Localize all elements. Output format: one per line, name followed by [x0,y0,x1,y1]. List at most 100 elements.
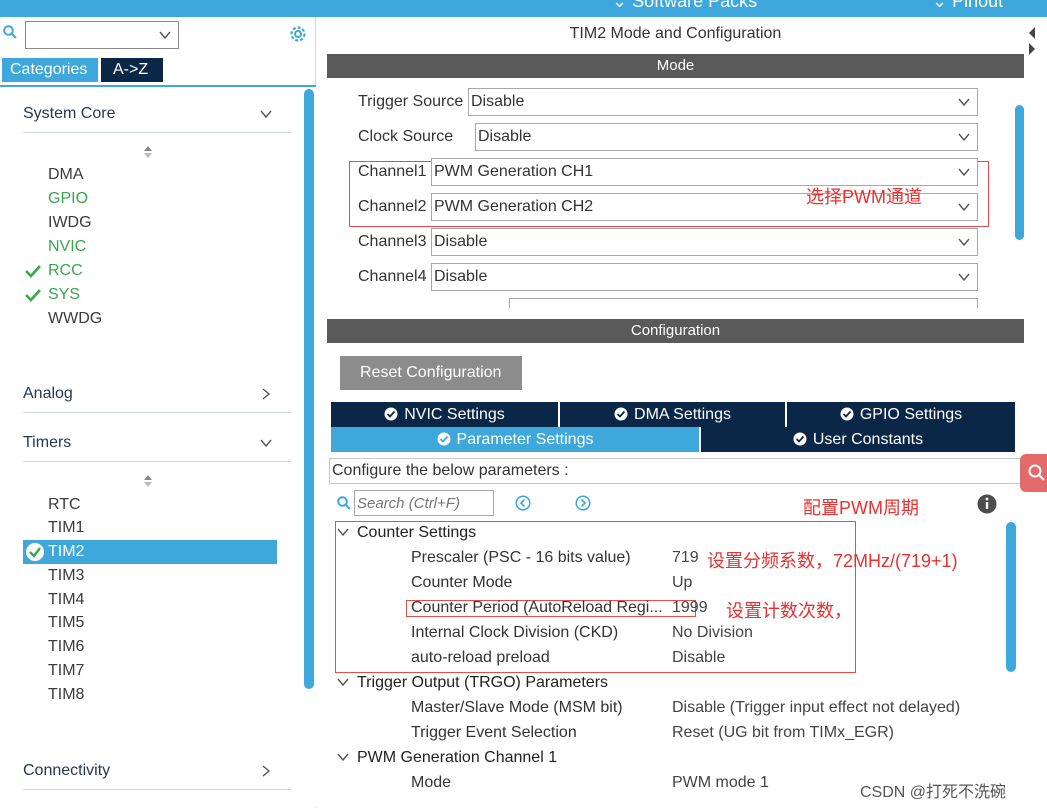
chevron-down-icon [337,528,349,537]
clock-source-label: Clock Source [358,128,454,145]
item-tim2[interactable]: TIM2 [48,543,84,561]
param-counter-mode-value[interactable]: Up [672,574,692,592]
item-tim5[interactable]: TIM5 [48,614,84,632]
mode-section-header: Mode [327,54,1024,78]
mode-scrollbar-thumb[interactable] [1015,105,1024,240]
annotation-config-pwm-period: 配置PWM周期 [803,498,919,518]
info-icon[interactable] [977,494,997,514]
categories-panel: Categories A->Z System Core DMA GPIO IWD… [0,17,316,808]
category-label: Analog [23,385,73,402]
param-pwm-mode-name[interactable]: Mode [411,774,451,792]
param-master-slave-value[interactable]: Disable (Trigger input effect not delaye… [672,699,960,717]
category-timers[interactable]: Timers [23,434,291,462]
mode-configuration-panel: TIM2 Mode and Configuration Mode Trigger… [327,17,1047,808]
item-tim6[interactable]: TIM6 [48,638,84,656]
configuration-section-header: Configuration [327,319,1024,343]
tab-parameter-settings[interactable]: Parameter Settings [331,427,701,452]
tab-nvic-settings[interactable]: NVIC Settings [331,402,560,427]
annotation-prescaler: 设置分频系数，72MHz/(719+1) [707,551,958,571]
item-gpio[interactable]: GPIO [48,190,88,208]
check-circle-icon [793,432,807,446]
param-prescaler-value[interactable]: 719 [672,549,699,567]
next-icon[interactable] [575,495,591,511]
chevron-down-icon [337,678,349,687]
param-prescaler-name[interactable]: Prescaler (PSC - 16 bits value) [411,549,631,567]
item-sys[interactable]: SYS [48,286,80,304]
check-icon [25,289,41,302]
chevron-down-icon [958,98,970,107]
group-pwm-channel-1[interactable]: PWM Generation Channel 1 [337,749,557,767]
item-tim7[interactable]: TIM7 [48,662,84,680]
channel2-label: Channel2 [358,198,427,215]
tab-gpio-settings[interactable]: GPIO Settings [787,402,1017,427]
item-tim3[interactable]: TIM3 [48,567,84,585]
item-iwdg[interactable]: IWDG [48,214,92,232]
chevron-down-icon: ⌄ [932,0,953,11]
param-auto-reload-name[interactable]: auto-reload preload [411,649,550,667]
clock-source-select[interactable]: Disable [475,123,978,151]
side-search-button[interactable] [1020,454,1047,492]
item-dma[interactable]: DMA [48,166,84,184]
config-scrollbar-thumb[interactable] [1006,522,1016,672]
annotation-period: 设置计数次数， [726,601,852,621]
search-icon[interactable] [3,25,17,39]
item-rcc[interactable]: RCC [48,262,83,280]
gear-icon[interactable] [287,23,309,45]
channel3-select[interactable]: Disable [431,228,978,256]
param-trigger-event-name[interactable]: Trigger Event Selection [411,724,577,742]
panel-title: TIM2 Mode and Configuration [569,25,782,42]
param-counter-period-name[interactable]: Counter Period (AutoReload Regi... [411,599,663,617]
clipped-mode-row [358,298,978,308]
category-search-input[interactable] [25,21,179,49]
trigger-source-label: Trigger Source [358,93,464,110]
trigger-source-select[interactable]: Disable [468,88,978,116]
parameter-search-input[interactable] [354,490,494,516]
pinout-menu[interactable]: ⌄ Pinout [932,0,1003,12]
item-tim4[interactable]: TIM4 [48,591,84,609]
item-tim1[interactable]: TIM1 [48,519,84,537]
reset-configuration-button[interactable]: Reset Configuration [340,356,522,390]
chevron-right-icon [262,388,271,400]
clipped-select[interactable] [509,298,978,308]
group-trigger-output[interactable]: Trigger Output (TRGO) Parameters [337,674,608,692]
param-auto-reload-value[interactable]: Disable [672,649,725,667]
tab-a-z[interactable]: A->Z [101,58,163,82]
side-arrows-icon[interactable] [1027,25,1037,65]
param-clock-division-value[interactable]: No Division [672,624,753,642]
chevron-down-icon [337,753,349,762]
chevron-down-icon [958,168,970,177]
param-counter-mode-name[interactable]: Counter Mode [411,574,512,592]
previous-icon[interactable] [515,495,531,511]
tab-categories[interactable]: Categories [2,58,98,82]
item-rtc[interactable]: RTC [48,496,81,514]
param-trigger-event-value[interactable]: Reset (UG bit from TIMx_EGR) [672,724,894,742]
software-packs-menu[interactable]: ⌄ Software Packs [612,0,757,12]
item-wwdg[interactable]: WWDG [48,310,102,328]
tab-dma-settings[interactable]: DMA Settings [560,402,787,427]
param-counter-period-value[interactable]: 1999 [672,599,708,617]
chevron-down-icon [958,238,970,247]
configure-parameters-bar: Configure the below parameters : [329,458,1045,484]
category-system-core[interactable]: System Core [23,105,291,133]
channel1-select[interactable]: PWM Generation CH1 [431,158,978,186]
param-pwm-mode-value[interactable]: PWM mode 1 [672,774,769,792]
param-master-slave-name[interactable]: Master/Slave Mode (MSM bit) [411,699,623,717]
check-circle-icon [614,407,628,421]
item-nvic[interactable]: NVIC [48,238,86,256]
sort-icon[interactable] [143,145,153,159]
group-counter-settings[interactable]: Counter Settings [337,524,476,542]
scrollbar-thumb[interactable] [304,89,314,689]
param-clock-division-name[interactable]: Internal Clock Division (CKD) [411,624,618,642]
category-connectivity[interactable]: Connectivity [23,762,291,790]
category-analog[interactable]: Analog [23,385,291,413]
channel4-select[interactable]: Disable [431,263,978,291]
tab-divider [0,85,316,87]
check-circle-icon [384,407,398,421]
item-tim8[interactable]: TIM8 [48,686,84,704]
chevron-down-icon [260,110,272,119]
sort-icon[interactable] [143,474,153,488]
settings-tabs-row1: NVIC Settings DMA Settings GPIO Settings [331,402,1017,427]
tab-user-constants[interactable]: User Constants [701,427,1017,452]
category-label: Connectivity [23,762,111,779]
check-circle-icon [840,407,854,421]
